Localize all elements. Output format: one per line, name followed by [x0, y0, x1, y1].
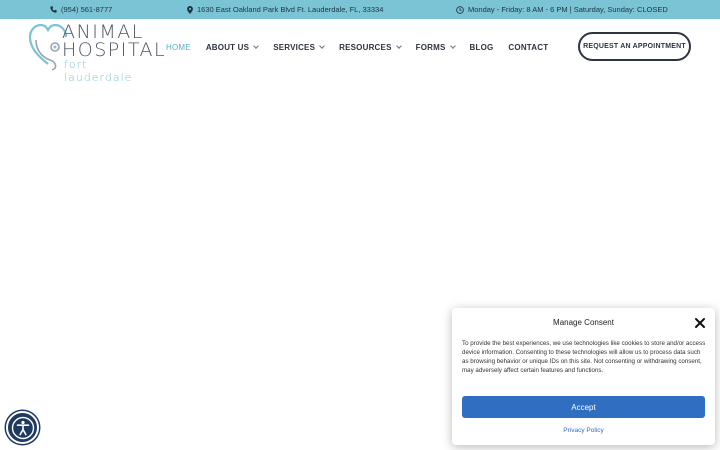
- nav-item-label: CONTACT: [508, 42, 549, 52]
- main-navigation: HOME ABOUT US SERVICES RESOURCES FORMS B…: [166, 38, 548, 56]
- chevron-down-icon: [395, 42, 402, 49]
- phone-number[interactable]: (954) 561-8777: [61, 5, 112, 14]
- address-text[interactable]: 1630 East Oakland Park Blvd Ft. Lauderda…: [197, 5, 383, 14]
- nav-item-about-us[interactable]: ABOUT US: [205, 42, 260, 52]
- nav-item-blog[interactable]: BLOG: [470, 43, 494, 52]
- phone-icon: [50, 6, 57, 13]
- request-appointment-button[interactable]: REQUEST AN APPOINTMENT: [578, 32, 691, 61]
- nav-item-label: RESOURCES: [339, 42, 392, 52]
- privacy-policy-link[interactable]: Privacy Policy: [452, 427, 715, 434]
- accessibility-icon: [11, 416, 34, 439]
- nav-item-label: FORMS: [415, 42, 446, 52]
- map-pin-icon: [187, 5, 193, 14]
- cookie-consent-dialog: Manage Consent To provide the best exper…: [452, 308, 715, 445]
- hours-text: Monday - Friday: 8 AM - 6 PM | Saturday,…: [468, 5, 668, 14]
- chevron-down-icon: [449, 42, 456, 49]
- logo-text-location: fort lauderdale: [64, 58, 133, 84]
- accept-button[interactable]: Accept: [462, 396, 705, 418]
- nav-item-resources[interactable]: RESOURCES: [339, 42, 402, 52]
- consent-title: Manage Consent: [553, 318, 614, 327]
- close-icon[interactable]: [694, 317, 706, 329]
- nav-item-services[interactable]: SERVICES: [273, 42, 325, 52]
- nav-item-contact[interactable]: CONTACT: [508, 43, 548, 52]
- nav-item-label: HOME: [166, 42, 191, 52]
- chevron-down-icon: [319, 42, 325, 49]
- chevron-down-icon: [253, 42, 260, 49]
- nav-item-forms[interactable]: FORMS: [415, 42, 456, 52]
- hours-info: Monday - Friday: 8 AM - 6 PM | Saturday,…: [456, 0, 668, 19]
- nav-item-home[interactable]: HOME: [166, 43, 191, 52]
- top-info-bar: (954) 561-8777 1630 East Oakland Park Bl…: [0, 0, 720, 19]
- site-logo[interactable]: ANIMAL HOSPITAL fort lauderdale: [28, 20, 165, 84]
- nav-item-label: SERVICES: [273, 42, 316, 52]
- phone-contact[interactable]: (954) 561-8777: [50, 0, 112, 19]
- address-contact[interactable]: 1630 East Oakland Park Blvd Ft. Lauderda…: [187, 0, 383, 19]
- accessibility-button[interactable]: [6, 411, 39, 444]
- nav-item-label: BLOG: [469, 42, 494, 52]
- consent-body-text: To provide the best experiences, we use …: [462, 340, 706, 374]
- clock-icon: [456, 5, 464, 14]
- nav-item-label: ABOUT US: [205, 42, 250, 52]
